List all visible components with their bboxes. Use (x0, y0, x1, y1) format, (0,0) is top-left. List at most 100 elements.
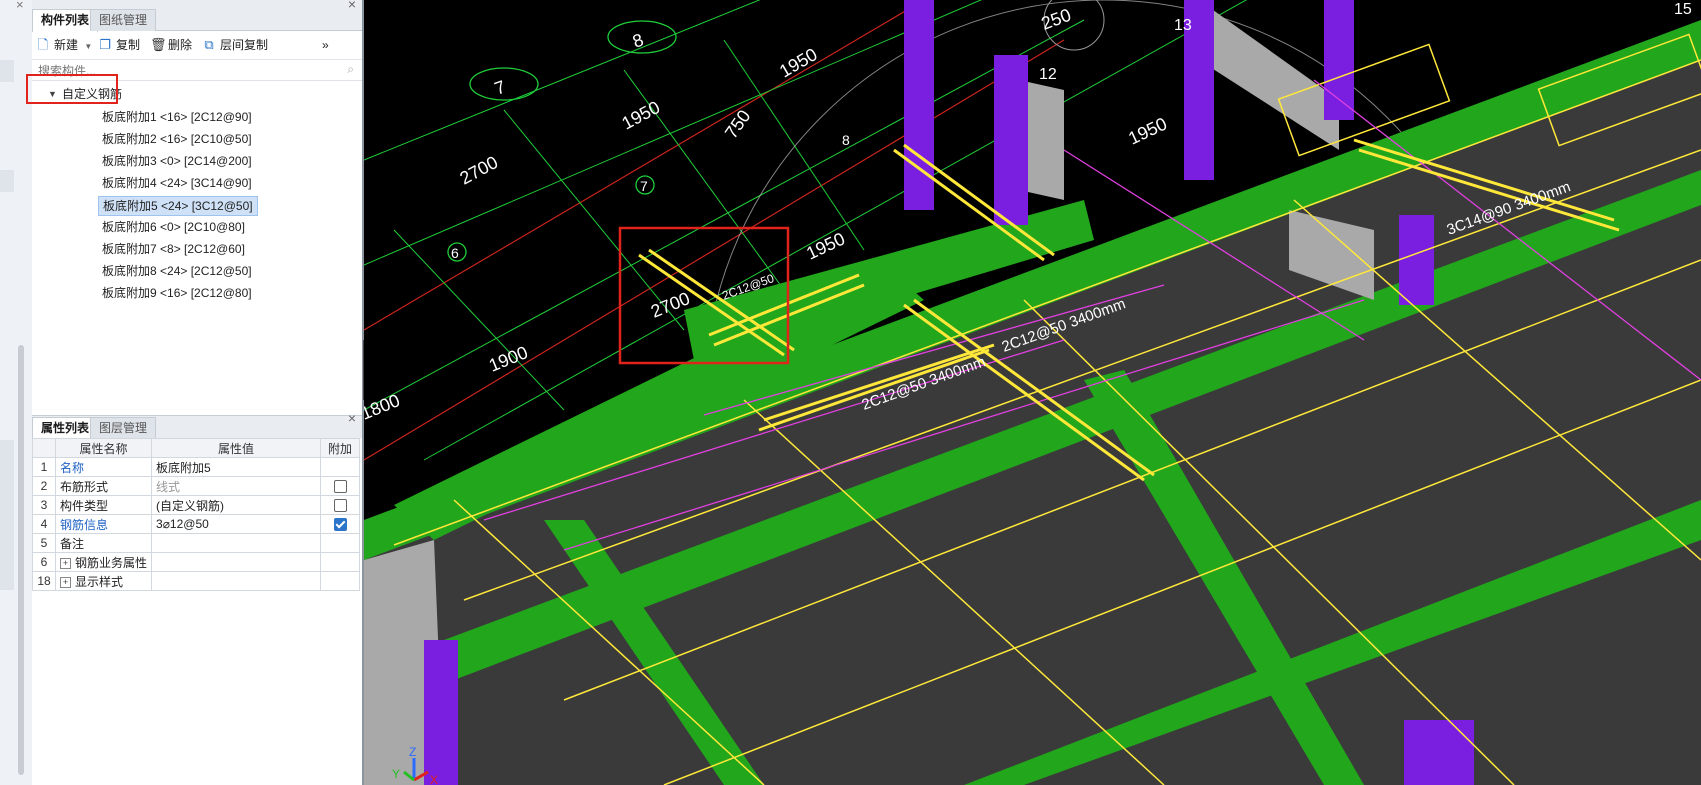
expand-icon[interactable]: + (60, 557, 71, 569)
tree-item[interactable]: 板底附加5 <24> [3C12@50] (98, 196, 258, 216)
axis-number: 7 (640, 178, 648, 194)
expand-icon[interactable]: + (60, 576, 71, 588)
property-value[interactable] (151, 552, 321, 572)
dimension-label: 1950 (776, 44, 821, 81)
property-row[interactable]: 4 钢筋信息 3⌀12@50 (32, 514, 360, 534)
additional-checkbox[interactable] (333, 480, 347, 494)
3d-viewport[interactable]: 2700 1950 1950 1900 1800 2700 750 1950 2… (364, 0, 1701, 785)
floor-copy-button-label: 层间复制 (220, 38, 269, 52)
column (424, 640, 458, 785)
property-value[interactable]: 板底附加5 (151, 457, 321, 477)
copy-button-label: 复制 (116, 38, 141, 52)
property-name-text: 名称 (60, 460, 85, 475)
property-value[interactable] (151, 571, 321, 591)
axis-number: 7 (492, 76, 508, 98)
property-name-text: 布筋形式 (60, 479, 109, 494)
component-toolbar: 🗋 新建 ▼ ❐ 复制 🗑 删除 ⧉ 层间复制 » (32, 33, 362, 57)
strip-scrollbar[interactable] (18, 345, 24, 775)
strip-tab[interactable] (0, 440, 14, 590)
axis-number: 8 (630, 29, 646, 51)
tab-layer-management[interactable]: 图层管理 (90, 417, 157, 439)
property-name-text: 钢筋业务属性 (75, 555, 148, 570)
floor-copy-button[interactable]: ⧉ 层间复制 (200, 36, 268, 54)
grid-line-green (364, 0, 761, 161)
property-value[interactable]: 3⌀12@50 (151, 514, 321, 534)
new-button[interactable]: 🗋 新建 ▼ (34, 36, 93, 54)
copy-button[interactable]: ❐ 复制 (96, 36, 140, 54)
property-value[interactable]: 线式 (151, 476, 321, 496)
tree-item[interactable]: 板底附加9 <16> [2C12@80] (98, 284, 256, 302)
dimension-label: 750 (721, 106, 755, 142)
header-property-value: 属性值 (151, 438, 321, 458)
tree-item[interactable]: 板底附加6 <0> [2C10@80] (98, 218, 249, 236)
delete-button[interactable]: 🗑 删除 (148, 36, 192, 54)
property-name-text: 显示样式 (75, 574, 124, 589)
close-icon[interactable]: × (16, 0, 24, 12)
property-row[interactable]: 1 名称 板底附加5 (32, 457, 360, 477)
header-property-name: 属性名称 (54, 438, 153, 458)
header-index (32, 438, 56, 458)
additional-checkbox[interactable] (333, 499, 347, 513)
row-index: 18 (32, 571, 56, 591)
property-tabbar: 属性列表 图层管理 × (32, 410, 362, 440)
dimension-label: 1900 (486, 342, 531, 376)
property-name: 布筋形式 (54, 476, 153, 496)
component-tabbar: 构件列表 图纸管理 × (32, 0, 362, 32)
tab-drawing-management[interactable]: 图纸管理 (90, 9, 157, 31)
property-additional (320, 533, 360, 553)
grid-line-green (393, 229, 565, 411)
property-name: 备注 (54, 533, 153, 553)
property-additional (320, 495, 360, 515)
strip-tab[interactable] (0, 60, 14, 82)
tree-item[interactable]: 板底附加2 <16> [2C10@50] (98, 130, 256, 148)
property-empty-area (32, 598, 362, 785)
property-row[interactable]: 2 布筋形式 线式 (32, 476, 360, 496)
dimension-label: 1800 (364, 390, 403, 424)
dropdown-arrow-icon[interactable]: ▼ (84, 42, 92, 51)
property-additional (320, 552, 360, 572)
row-index: 5 (32, 533, 56, 553)
property-additional (320, 514, 360, 534)
property-value[interactable]: (自定义钢筋) (151, 495, 321, 515)
row-index: 4 (32, 514, 56, 534)
tab-component-list[interactable]: 构件列表 (32, 9, 99, 32)
close-icon[interactable]: × (348, 0, 356, 12)
additional-checkbox[interactable] (333, 518, 347, 532)
property-name-text: 构件类型 (60, 498, 109, 513)
delete-button-label: 删除 (168, 38, 193, 52)
property-additional (320, 571, 360, 591)
property-row[interactable]: 18 + 显示样式 (32, 571, 360, 591)
tree-item[interactable]: 板底附加3 <0> [2C14@200] (98, 152, 256, 170)
property-row[interactable]: 3 构件类型 (自定义钢筋) (32, 495, 360, 515)
property-row[interactable]: 5 备注 (32, 533, 360, 553)
strip-tab[interactable] (0, 170, 14, 192)
axis-number: 6 (451, 245, 459, 261)
close-icon[interactable]: × (348, 410, 356, 426)
column (1404, 720, 1474, 785)
wall (1199, 0, 1339, 150)
tree-item[interactable]: 板底附加1 <16> [2C12@90] (98, 108, 256, 126)
property-name: + 显示样式 (54, 571, 153, 591)
row-index: 1 (32, 457, 56, 477)
tab-property-list[interactable]: 属性列表 (32, 417, 99, 440)
dimension-label: 2700 (456, 152, 501, 188)
property-table-header: 属性名称 属性值 附加 (32, 438, 360, 458)
dimension-label: 250 (1039, 5, 1074, 34)
new-file-icon: 🗋 (37, 37, 49, 52)
3d-scene[interactable]: 2700 1950 1950 1900 1800 2700 750 1950 2… (364, 0, 1701, 785)
property-name-text: 备注 (60, 536, 85, 551)
property-value[interactable] (151, 533, 321, 553)
search-icon[interactable]: ⌕ (347, 62, 354, 77)
tree-item[interactable]: 板底附加8 <24> [2C12@50] (98, 262, 256, 280)
axis-number: 13 (1174, 17, 1192, 34)
axis-number: 12 (1039, 66, 1057, 83)
toolbar-overflow-button[interactable]: » (322, 36, 329, 54)
dimension-label: 1950 (803, 229, 848, 264)
property-row[interactable]: 6 + 钢筋业务属性 (32, 552, 360, 572)
tree-item[interactable]: 板底附加7 <8> [2C12@60] (98, 240, 249, 258)
tree-item[interactable]: 板底附加4 <24> [3C14@90] (98, 174, 256, 192)
annotation-highlight-box (26, 74, 118, 104)
property-name: 名称 (54, 457, 153, 477)
property-name: 钢筋信息 (54, 514, 153, 534)
row-index: 3 (32, 495, 56, 515)
